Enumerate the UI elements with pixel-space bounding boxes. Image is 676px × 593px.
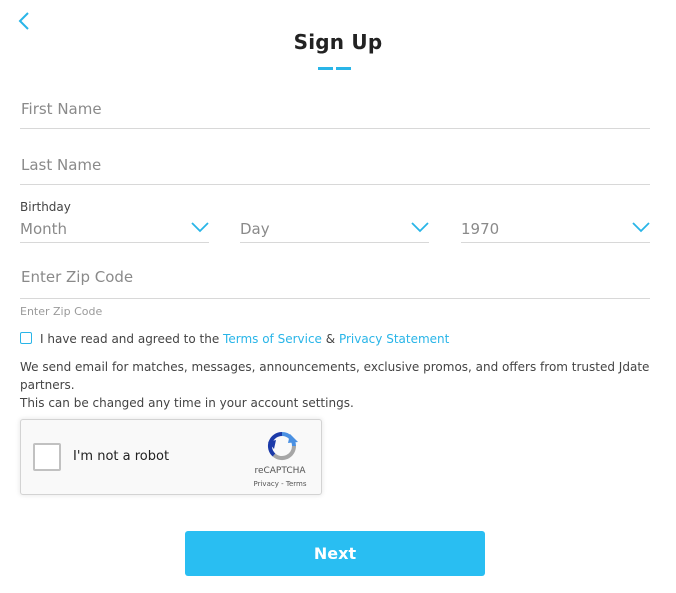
chevron-down-icon (411, 222, 429, 233)
last-name-field (20, 148, 652, 185)
agree-ampersand: & (321, 332, 339, 346)
recaptcha-privacy-link[interactable]: Privacy (254, 480, 279, 488)
recaptcha-label: I'm not a robot (73, 449, 170, 464)
birthday-day-select[interactable]: Day (240, 218, 429, 243)
birthday-label: Birthday (20, 200, 71, 214)
recaptcha-brand: reCAPTCHA (254, 466, 306, 476)
month-value: Month (20, 220, 68, 238)
zip-input[interactable] (20, 260, 652, 294)
year-value: 1970 (461, 220, 500, 238)
recaptcha-terms-link[interactable]: Terms (286, 480, 307, 488)
recaptcha-links: Privacy - Terms (245, 480, 315, 488)
chevron-down-icon (191, 222, 209, 233)
next-button[interactable]: Next (185, 531, 485, 576)
recaptcha-widget: I'm not a robot reCAPTCHA Privacy - Term… (20, 419, 322, 495)
birthday-month-select[interactable]: Month (20, 218, 209, 243)
recaptcha-separator: - (278, 480, 286, 488)
email-notice-line1: We send email for matches, messages, ann… (20, 360, 650, 392)
page-title: Sign Up (293, 30, 383, 54)
recaptcha-checkbox[interactable] (33, 443, 61, 471)
terms-of-service-link[interactable]: Terms of Service (223, 332, 322, 346)
zip-field (20, 260, 652, 299)
email-notice-line2: This can be changed any time in your acc… (20, 396, 354, 410)
title-underline (318, 67, 352, 70)
first-name-field (20, 92, 652, 129)
recaptcha-logo-icon (267, 431, 298, 461)
chevron-left-icon (18, 12, 29, 30)
email-notice: We send email for matches, messages, ann… (20, 358, 660, 412)
birthday-year-select[interactable]: 1970 (461, 218, 650, 243)
agree-text: I have read and agreed to the (40, 332, 224, 346)
back-button[interactable] (16, 10, 34, 32)
chevron-down-icon (632, 222, 650, 233)
zip-hint: Enter Zip Code (20, 305, 103, 318)
first-name-input[interactable] (20, 92, 652, 126)
privacy-statement-link[interactable]: Privacy Statement (339, 332, 449, 346)
last-name-input[interactable] (20, 148, 652, 182)
agree-checkbox[interactable] (20, 332, 32, 344)
day-value: Day (240, 220, 270, 238)
